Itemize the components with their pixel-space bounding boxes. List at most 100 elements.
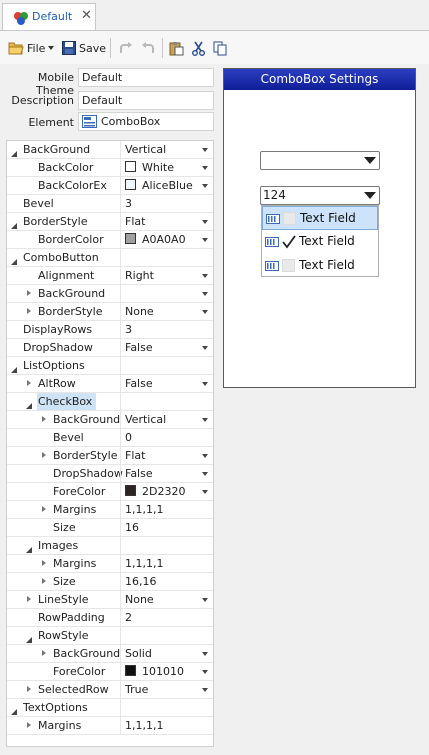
property-row[interactable]: BackGround Vertical bbox=[7, 411, 213, 429]
property-value[interactable]: 0 bbox=[120, 429, 213, 446]
list-item[interactable]: Text Field bbox=[262, 206, 378, 230]
empty-combobox[interactable] bbox=[260, 151, 380, 170]
expand-closed-icon[interactable] bbox=[42, 650, 46, 656]
property-value[interactable]: Flat bbox=[120, 213, 213, 230]
dropdown-arrow-icon[interactable] bbox=[202, 382, 208, 386]
save-button[interactable]: Save bbox=[62, 39, 106, 57]
property-row[interactable]: Margins 1,1,1,1 bbox=[7, 501, 213, 519]
cut-button[interactable] bbox=[191, 39, 206, 57]
property-value[interactable]: AliceBlue bbox=[120, 177, 213, 194]
dropdown-arrow-icon[interactable] bbox=[202, 346, 208, 350]
property-value[interactable]: 16 bbox=[120, 519, 213, 536]
dropdown-arrow-icon[interactable] bbox=[202, 310, 208, 314]
property-value[interactable] bbox=[120, 285, 213, 302]
property-value[interactable]: False bbox=[120, 465, 213, 482]
property-value[interactable]: Vertical bbox=[120, 141, 213, 158]
property-value[interactable]: 1,1,1,1 bbox=[120, 555, 213, 572]
property-value[interactable]: None bbox=[120, 303, 213, 320]
property-row[interactable]: Bevel 3 bbox=[7, 195, 213, 213]
expand-open-icon[interactable] bbox=[26, 399, 32, 409]
property-value[interactable] bbox=[120, 627, 213, 644]
list-item[interactable]: Text Field bbox=[262, 230, 378, 254]
property-value[interactable]: 1,1,1,1 bbox=[120, 717, 213, 734]
property-row[interactable]: DropShadow False bbox=[7, 465, 213, 483]
property-value[interactable]: 101010 bbox=[120, 663, 213, 680]
property-row[interactable]: Alignment Right bbox=[7, 267, 213, 285]
property-value[interactable]: A0A0A0 bbox=[120, 231, 213, 248]
property-row[interactable]: ListOptions bbox=[7, 357, 213, 375]
description-field[interactable]: Default bbox=[78, 91, 214, 110]
expand-open-icon[interactable] bbox=[11, 363, 17, 373]
property-row[interactable]: RowStyle bbox=[7, 627, 213, 645]
property-row[interactable]: BorderStyle Flat bbox=[7, 447, 213, 465]
property-value[interactable] bbox=[120, 537, 213, 554]
expand-closed-icon[interactable] bbox=[27, 380, 31, 386]
property-row[interactable]: RowPadding 2 bbox=[7, 609, 213, 627]
property-value[interactable] bbox=[120, 699, 213, 716]
property-row[interactable]: ForeColor 101010 bbox=[7, 663, 213, 681]
property-row[interactable]: Images bbox=[7, 537, 213, 555]
expand-closed-icon[interactable] bbox=[27, 290, 31, 296]
property-value[interactable]: False bbox=[120, 339, 213, 356]
property-row[interactable]: Size 16 bbox=[7, 519, 213, 537]
dropdown-arrow-icon[interactable] bbox=[202, 166, 208, 170]
copy-button[interactable] bbox=[213, 39, 228, 57]
property-row[interactable]: TextOptions bbox=[7, 699, 213, 717]
expand-open-icon[interactable] bbox=[11, 255, 17, 265]
property-value[interactable]: 3 bbox=[120, 195, 213, 212]
dropdown-arrow-icon[interactable] bbox=[202, 490, 208, 494]
expand-open-icon[interactable] bbox=[26, 543, 32, 553]
dropdown-arrow-icon[interactable] bbox=[364, 192, 376, 199]
expand-open-icon[interactable] bbox=[11, 219, 17, 229]
expand-closed-icon[interactable] bbox=[42, 506, 46, 512]
tab-default[interactable]: Default ✕ bbox=[2, 3, 96, 30]
file-menu-button[interactable]: File bbox=[8, 39, 55, 57]
property-row[interactable]: BackGround bbox=[7, 285, 213, 303]
close-icon[interactable]: ✕ bbox=[81, 8, 92, 23]
expand-closed-icon[interactable] bbox=[27, 596, 31, 602]
expand-closed-icon[interactable] bbox=[42, 416, 46, 422]
property-value[interactable]: Flat bbox=[120, 447, 213, 464]
property-value[interactable]: 2 bbox=[120, 609, 213, 626]
property-row[interactable]: SelectedRow True bbox=[7, 681, 213, 699]
paste-button[interactable] bbox=[169, 39, 184, 57]
expand-closed-icon[interactable] bbox=[27, 722, 31, 728]
dropdown-arrow-icon[interactable] bbox=[202, 652, 208, 656]
dropdown-arrow-icon[interactable] bbox=[202, 274, 208, 278]
dropdown-arrow-icon[interactable] bbox=[202, 292, 208, 296]
property-value[interactable]: White bbox=[120, 159, 213, 176]
dropdown-arrow-icon[interactable] bbox=[202, 598, 208, 602]
expand-closed-icon[interactable] bbox=[27, 686, 31, 692]
property-row[interactable]: Margins 1,1,1,1 bbox=[7, 555, 213, 573]
property-row[interactable]: BackColorEx AliceBlue bbox=[7, 177, 213, 195]
property-value[interactable] bbox=[120, 357, 213, 374]
property-row[interactable]: ComboButton bbox=[7, 249, 213, 267]
dropdown-arrow-icon[interactable] bbox=[202, 220, 208, 224]
property-value[interactable] bbox=[120, 249, 213, 266]
property-row[interactable]: Size 16,16 bbox=[7, 573, 213, 591]
property-row[interactable]: Bevel 0 bbox=[7, 429, 213, 447]
dropdown-arrow-icon[interactable] bbox=[202, 238, 208, 242]
expand-open-icon[interactable] bbox=[11, 147, 17, 157]
dropdown-arrow-icon[interactable] bbox=[202, 670, 208, 674]
mobile-theme-field[interactable]: Default bbox=[78, 68, 214, 87]
property-value[interactable]: 1,1,1,1 bbox=[120, 501, 213, 518]
property-value[interactable]: True bbox=[120, 681, 213, 698]
property-value[interactable]: 16,16 bbox=[120, 573, 213, 590]
checkbox-checked[interactable] bbox=[282, 235, 296, 249]
expand-open-icon[interactable] bbox=[11, 705, 17, 715]
property-value[interactable]: Right bbox=[120, 267, 213, 284]
property-row[interactable]: ForeColor 2D2320 bbox=[7, 483, 213, 501]
undo-button[interactable] bbox=[140, 39, 156, 57]
dropdown-arrow-icon[interactable] bbox=[364, 157, 376, 164]
dropdown-arrow-icon[interactable] bbox=[202, 148, 208, 152]
expand-closed-icon[interactable] bbox=[42, 578, 46, 584]
dropdown-arrow-icon[interactable] bbox=[202, 418, 208, 422]
property-row[interactable]: BackGround Solid bbox=[7, 645, 213, 663]
property-row[interactable]: LineStyle None bbox=[7, 591, 213, 609]
property-row[interactable]: BorderColor A0A0A0 bbox=[7, 231, 213, 249]
dropdown-arrow-icon[interactable] bbox=[202, 454, 208, 458]
property-value[interactable]: Vertical bbox=[120, 411, 213, 428]
dropdown-arrow-icon[interactable] bbox=[202, 472, 208, 476]
property-row[interactable]: BorderStyle Flat bbox=[7, 213, 213, 231]
